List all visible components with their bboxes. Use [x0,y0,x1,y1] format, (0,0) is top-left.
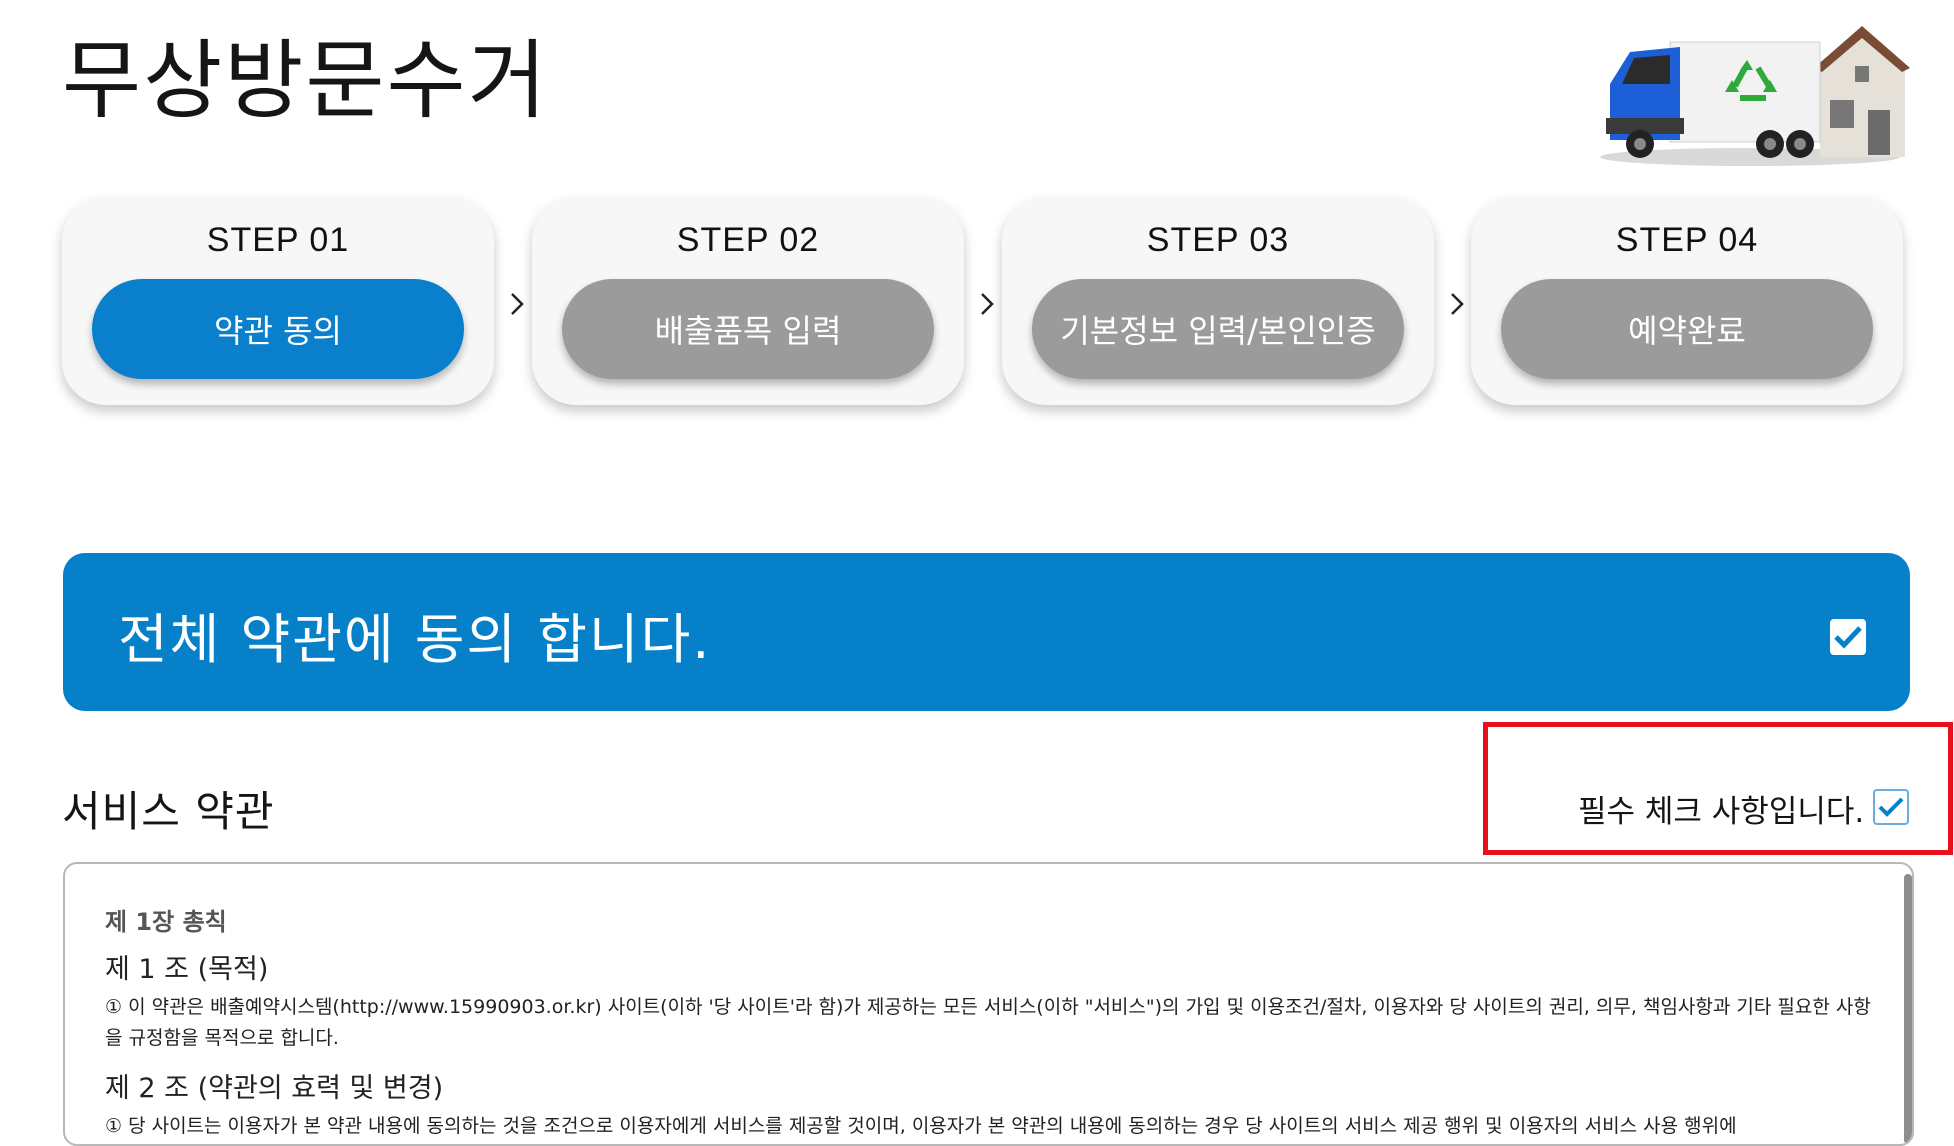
step-01-terms-button[interactable]: 약관 동의 [92,279,464,379]
terms-paragraph: ① 당 사이트는 이용자가 본 약관 내용에 동의하는 것을 조건으로 이용자에… [105,1115,1737,1137]
service-terms-title: 서비스 약관 [62,787,275,836]
terms-chapter-title: 제 1장 총칙 [105,908,227,936]
required-checkbox[interactable] [1873,789,1909,825]
terms-article-title: 제 1 조 (목적) [105,954,269,985]
step-card-03: STEP 03 기본정보 입력/본인인증 [1002,197,1434,405]
step-card-01: STEP 01 약관 동의 [62,197,494,405]
step-03-info-button[interactable]: 기본정보 입력/본인인증 [1032,279,1404,379]
step-label: STEP 04 [1615,221,1759,259]
step-label: STEP 02 [676,221,820,259]
agree-all-label: 전체 약관에 동의 합니다. [118,608,712,671]
chevron-right-icon [1445,289,1469,319]
agree-all-banner[interactable]: 전체 약관에 동의 합니다. [63,553,1910,711]
step-02-items-button[interactable]: 배출품목 입력 [562,279,934,379]
step-label: STEP 01 [206,221,350,259]
terms-content: 제 1장 총칙 제 1 조 (목적) ① 이 약관은 배출예약시스템(http:… [105,902,1882,1144]
step-card-02: STEP 02 배출품목 입력 [532,197,964,405]
page-title: 무상방문수거 [62,31,549,131]
terms-scrollbar[interactable] [1904,874,1912,1144]
terms-article-title: 제 2 조 (약관의 효력 및 변경) [105,1073,444,1104]
step-progress: STEP 01 약관 동의 STEP 02 배출품목 입력 STEP 03 기본… [62,197,1907,407]
step-card-04: STEP 04 예약완료 [1471,197,1903,405]
recycling-truck-house-illustration [1600,26,1910,166]
chevron-right-icon [505,289,529,319]
checkmark-icon [1834,626,1862,649]
required-check-label: 필수 체크 사항입니다. [1578,794,1865,830]
agree-all-checkbox[interactable] [1830,619,1866,655]
step-04-complete-button[interactable]: 예약완료 [1501,279,1873,379]
checkmark-icon [1878,797,1904,817]
chevron-right-icon [975,289,999,319]
terms-paragraph: ① 이 약관은 배출예약시스템(http://www.15990903.or.k… [105,996,1871,1049]
step-label: STEP 03 [1146,221,1290,259]
terms-content-box[interactable]: 제 1장 총칙 제 1 조 (목적) ① 이 약관은 배출예약시스템(http:… [63,862,1914,1146]
